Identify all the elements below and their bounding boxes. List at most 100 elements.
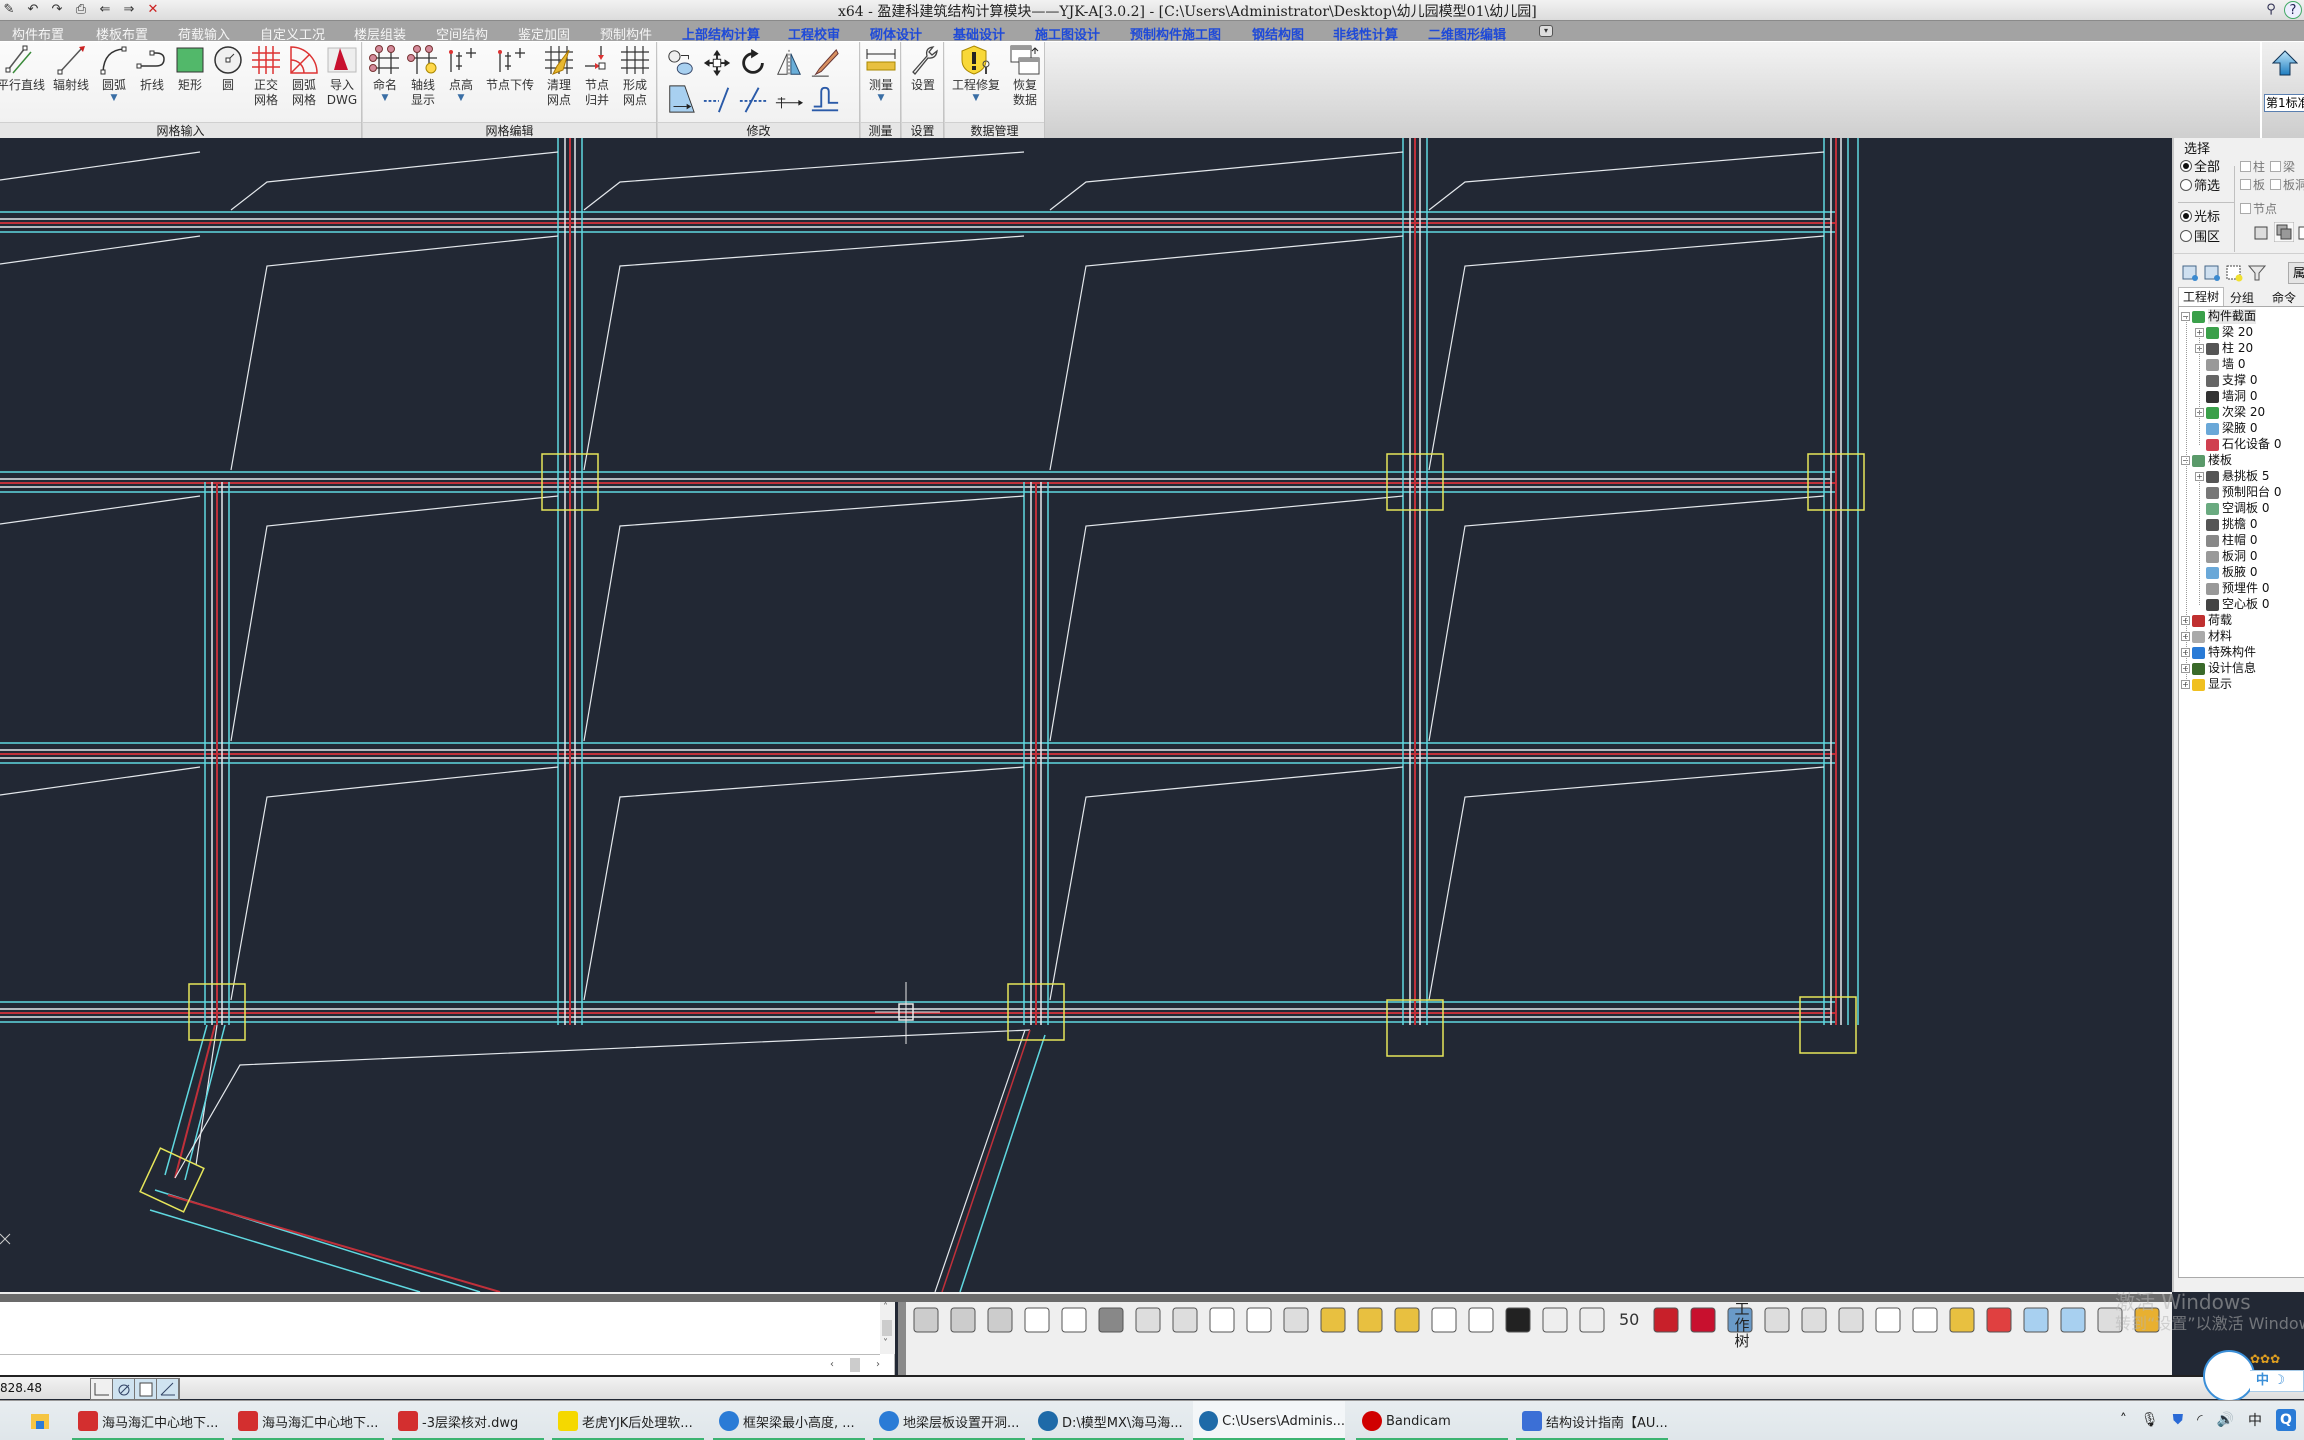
- ribbon-tab[interactable]: 自定义工况: [260, 24, 325, 43]
- ribbon-tab[interactable]: 二维图形编辑: [1428, 24, 1506, 43]
- extend-icon[interactable]: [702, 84, 732, 114]
- scale-label-icon[interactable]: 50: [1613, 1304, 1645, 1336]
- ribbon-tab[interactable]: 荷载输入: [178, 24, 230, 43]
- tree-node[interactable]: + 柱 20: [2195, 341, 2253, 356]
- erase-icon[interactable]: [810, 48, 840, 78]
- scroll-right-icon[interactable]: ›: [876, 1359, 880, 1370]
- list-icon[interactable]: [1909, 1304, 1941, 1336]
- ribbon-tab[interactable]: 预制构件施工图: [1130, 24, 1221, 43]
- chevron-up-icon[interactable]: ˄: [2120, 1412, 2127, 1428]
- redo-icon[interactable]: ↷: [48, 2, 66, 18]
- polar-snap-icon[interactable]: [113, 1379, 135, 1399]
- ribbon-tab[interactable]: 构件布置: [12, 24, 64, 43]
- drawing-canvas[interactable]: [0, 138, 2172, 1292]
- filter-node-checkbox[interactable]: 节点: [2240, 200, 2277, 217]
- rectangle-button[interactable]: 矩形: [172, 44, 208, 93]
- tree-node[interactable]: 挑檐 0: [2195, 517, 2257, 532]
- tree-node[interactable]: 板腋 0: [2195, 565, 2257, 580]
- print-icon[interactable]: ⎙: [72, 2, 90, 18]
- tree-node[interactable]: 预制阳台 0: [2195, 485, 2281, 500]
- chevron-down-icon[interactable]: ▼: [947, 93, 1005, 103]
- measure-angle-icon[interactable]: [1391, 1304, 1423, 1336]
- security-icon[interactable]: ⛊: [2173, 1412, 2184, 1428]
- render-teapot-icon[interactable]: [1280, 1304, 1312, 1336]
- taskbar-item[interactable]: 地梁层板设置开洞...: [873, 1401, 1025, 1440]
- ribbon-collapse-button[interactable]: ▾: [1539, 25, 1553, 37]
- microphone-icon[interactable]: 🎙: [2141, 1412, 2159, 1428]
- tree-node[interactable]: + 材料: [2181, 629, 2232, 644]
- measure-distance-icon[interactable]: [1317, 1304, 1349, 1336]
- chevron-down-icon[interactable]: ▼: [863, 93, 899, 103]
- cut-section-icon[interactable]: [910, 1304, 942, 1336]
- file-explorer-icon[interactable]: [30, 1411, 50, 1431]
- filter-funnel-icon[interactable]: [2248, 264, 2266, 282]
- locate-in-tree-icon[interactable]: [2204, 264, 2222, 282]
- tree-node[interactable]: 支撑 0: [2195, 373, 2257, 388]
- home-view-icon[interactable]: [1132, 1304, 1164, 1336]
- select-mode-cross-icon[interactable]: [2298, 226, 2304, 240]
- arc-button[interactable]: 圆弧 ▼: [96, 44, 132, 103]
- project-repair-button[interactable]: 工程修复 ▼: [947, 44, 1005, 103]
- move-icon[interactable]: [702, 48, 732, 78]
- view-front-icon[interactable]: [1058, 1304, 1090, 1336]
- ribbon-tab[interactable]: 楼板布置: [96, 24, 148, 43]
- close-windows-icon[interactable]: [1798, 1304, 1830, 1336]
- copy-view-icon[interactable]: [2020, 1304, 2052, 1336]
- color-settings-icon[interactable]: [1983, 1304, 2015, 1336]
- taskbar-item[interactable]: 海马海汇中心地下...: [232, 1401, 384, 1440]
- copy-icon[interactable]: [666, 48, 696, 78]
- highlight-in-tree-icon[interactable]: [2226, 264, 2244, 282]
- paste-view-icon[interactable]: [2057, 1304, 2089, 1336]
- mirror-icon[interactable]: [774, 48, 804, 78]
- settings-button[interactable]: 设置: [905, 44, 941, 93]
- cut-section-2-icon[interactable]: [947, 1304, 979, 1336]
- text-frame-icon[interactable]: [1872, 1304, 1904, 1336]
- object-snap-icon[interactable]: [135, 1379, 157, 1399]
- taskbar-item[interactable]: C:\Users\Adminis...: [1193, 1401, 1345, 1440]
- ime-assistant-badge[interactable]: [2203, 1350, 2255, 1402]
- ribbon-tab[interactable]: 上部结构计算: [682, 24, 760, 43]
- camera-icon[interactable]: [1576, 1304, 1608, 1336]
- scroll-left-icon[interactable]: ‹: [830, 1359, 834, 1370]
- radial-line-button[interactable]: 辐射线: [50, 44, 92, 93]
- tree-node[interactable]: − 构件截面: [2181, 309, 2257, 324]
- clean-nodes-button[interactable]: 清理 网点: [541, 44, 577, 108]
- radio-button[interactable]: [2180, 178, 2192, 191]
- volume-icon[interactable]: 🔊: [2217, 1412, 2234, 1428]
- node-height-button[interactable]: 点高 ▼: [443, 44, 479, 103]
- horizontal-scrollbar[interactable]: ‹ ›: [830, 1356, 880, 1373]
- scroll-thumb[interactable]: [882, 1320, 892, 1336]
- tab-commands[interactable]: 命令: [2268, 289, 2300, 306]
- offset-icon[interactable]: [774, 84, 804, 114]
- tree-node[interactable]: 石化设备 0: [2195, 437, 2281, 452]
- ribbon-tab[interactable]: 楼层组装: [354, 24, 406, 43]
- export-icon[interactable]: ⇒: [120, 2, 138, 18]
- ribbon-tab[interactable]: 钢结构图: [1252, 24, 1304, 43]
- axis-display-button[interactable]: 轴线 显示: [405, 44, 441, 108]
- close-file-icon[interactable]: ✕: [144, 2, 162, 18]
- tree-node[interactable]: 梁腋 0: [2195, 421, 2257, 436]
- ribbon-tab[interactable]: 砌体设计: [870, 24, 922, 43]
- command-splitter[interactable]: [0, 1292, 2172, 1302]
- orthogonal-grid-button[interactable]: 正交 网格: [248, 44, 284, 108]
- select-mode-overlap-icon[interactable]: [2274, 222, 2294, 242]
- tree-node[interactable]: 预埋件 0: [2195, 581, 2269, 596]
- taskbar-item[interactable]: 框架梁最小高度, ...: [713, 1401, 865, 1440]
- measure-button[interactable]: 测量 ▼: [863, 44, 899, 103]
- help-icon[interactable]: ?: [2284, 1, 2302, 19]
- angle-snap-icon[interactable]: [157, 1379, 179, 1399]
- cut-restore-icon[interactable]: [984, 1304, 1016, 1336]
- tree-node[interactable]: + 梁 20: [2195, 325, 2253, 340]
- taskbar-item[interactable]: 结构设计指南【AU...: [1516, 1401, 1668, 1440]
- radio-select-all[interactable]: 全部: [2180, 156, 2220, 175]
- radio-select-filter[interactable]: 筛选: [2180, 175, 2220, 194]
- autocad-icon[interactable]: [1687, 1304, 1719, 1336]
- node-pass-down-button[interactable]: 节点下传: [481, 44, 539, 93]
- arc-grid-button[interactable]: 圆弧 网格: [286, 44, 322, 108]
- floor-selector[interactable]: 第1标准层: [2264, 94, 2304, 112]
- tree-node[interactable]: 墙洞 0: [2195, 389, 2257, 404]
- taskbar-item[interactable]: Bandicam: [1356, 1401, 1508, 1440]
- tree-node[interactable]: + 荷载: [2181, 613, 2232, 628]
- tab-project-tree[interactable]: 工程树: [2178, 287, 2225, 306]
- scroll-up-icon[interactable]: ˄: [883, 1302, 888, 1313]
